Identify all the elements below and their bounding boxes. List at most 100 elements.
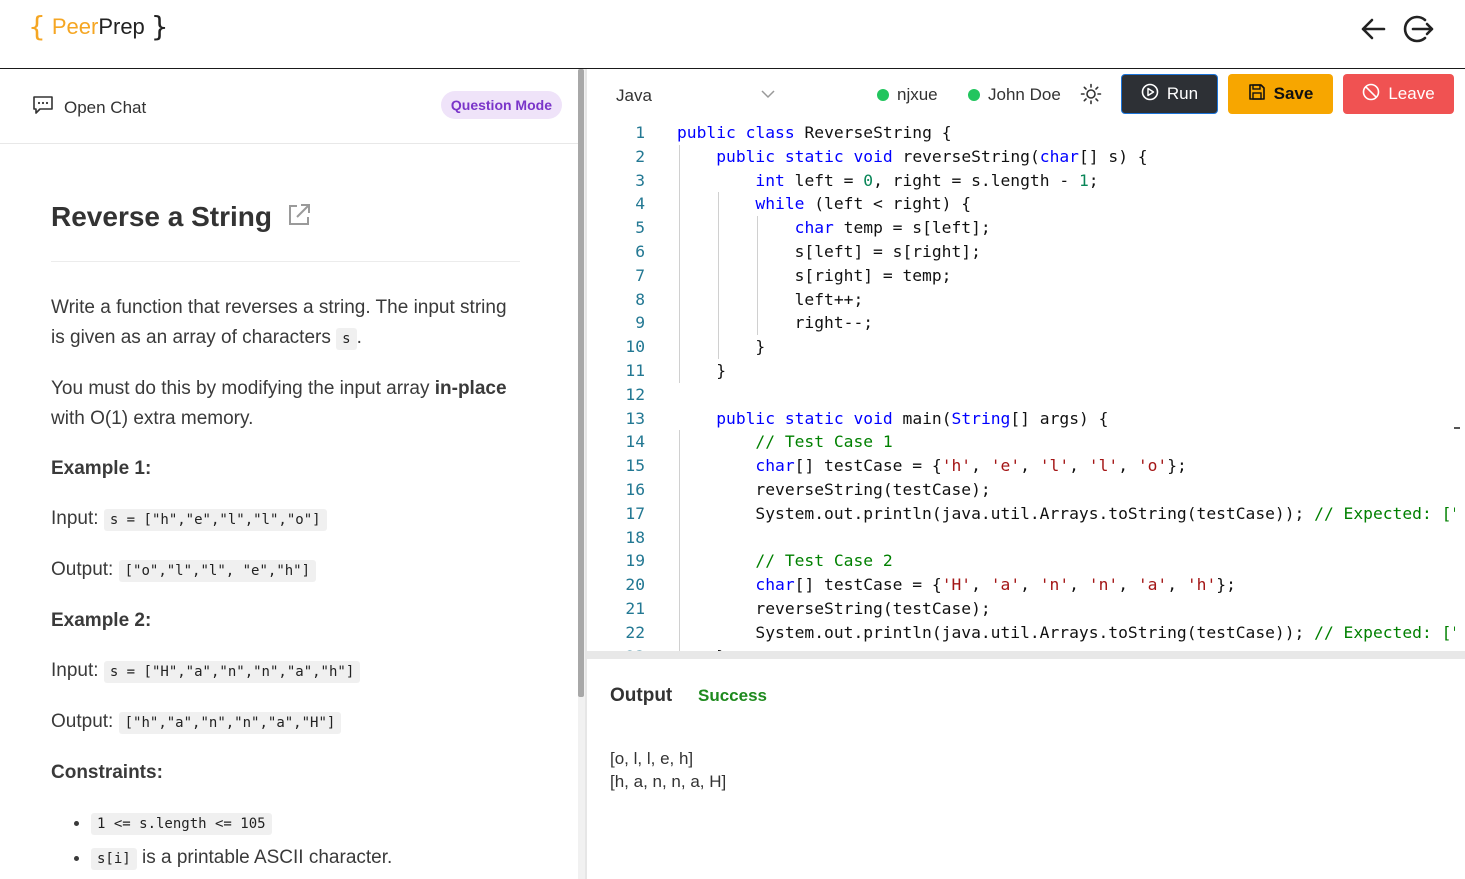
peerprep-logo[interactable]: { Peer Prep } [28, 10, 169, 43]
line-number: 16 [625, 480, 645, 499]
code-line[interactable]: 13 public static void main(String[] args… [587, 407, 1455, 431]
code-line[interactable]: 15 char[] testCase = {'h', 'e', 'l', 'l'… [587, 454, 1455, 478]
line-number: 15 [625, 456, 645, 476]
description-paragraph-1: Write a function that reverses a string.… [51, 297, 507, 350]
save-icon [1248, 83, 1266, 106]
language-select[interactable]: Java [616, 86, 652, 106]
code-editor[interactable]: 1 public class ReverseString { 2 public st… [587, 121, 1455, 651]
code-line[interactable]: 18 [587, 526, 1455, 550]
code-text: right--; [677, 313, 874, 333]
code-line[interactable]: 10 } [587, 335, 1455, 359]
editor-panel: Java njxue John Doe Run Save Leave 1 publ… [587, 69, 1465, 879]
logo-close-brace: } [150, 10, 169, 43]
constraints-list: 1 <= s.length <= 105 s[i] is a printable… [71, 808, 521, 874]
line-number: 12 [625, 384, 645, 404]
code-line[interactable]: 5 char temp = s[left]; [587, 216, 1455, 240]
code-text: System.out.println(java.util.Arrays.toSt… [677, 622, 1455, 642]
line-number: 2 [635, 146, 645, 166]
code-text: while (left < right) { [755, 194, 972, 214]
description-paragraph-2: You must do this by modifying the input … [51, 378, 507, 429]
code-line[interactable]: 3 int left = 0, right = s.length - 1; [587, 169, 1455, 193]
output-status: Success [698, 686, 767, 705]
line-number: 20 [625, 575, 645, 595]
line-number: 13 [625, 408, 645, 428]
header-actions [1359, 12, 1435, 46]
question-panel: Open Chat Question Mode Reverse a String… [0, 69, 578, 879]
code-text: System.out.println(java.util.Arrays.toSt… [677, 503, 1455, 523]
output-panel: Output Success [o, l, l, e, h] [h, a, n,… [587, 659, 1465, 879]
code-line[interactable]: 1 public class ReverseString { [587, 121, 1455, 145]
chat-bar: Open Chat Question Mode [0, 69, 578, 144]
editor-scroll-marker [1454, 427, 1460, 429]
top-navbar: { Peer Prep } [0, 0, 1465, 69]
logout-icon[interactable] [1401, 12, 1435, 46]
code-line[interactable]: 17 System.out.println(java.util.Arrays.t… [587, 502, 1455, 526]
code-text: // Test Case 2 [755, 551, 893, 571]
external-link-icon[interactable] [286, 202, 312, 233]
code-line[interactable]: 11 } [587, 359, 1455, 383]
line-number: 22 [625, 622, 645, 642]
code-line[interactable]: 16 reverseString(testCase); [587, 478, 1455, 502]
indent-guide [679, 144, 680, 383]
code-line[interactable]: 6 s[left] = s[right]; [587, 240, 1455, 264]
run-button[interactable]: Run [1121, 74, 1218, 114]
online-user-john-doe: John Doe [968, 85, 1061, 105]
chevron-down-icon[interactable] [760, 87, 776, 106]
editor-toolbar: Java njxue John Doe Run Save Leave [587, 69, 1465, 121]
code-line[interactable]: 21 reverseString(testCase); [587, 597, 1455, 621]
indent-guide [757, 216, 759, 336]
code-text: reverseString(testCase); [677, 599, 991, 618]
code-text: reverseString(testCase); [677, 480, 991, 499]
ban-icon [1362, 83, 1380, 106]
online-user-njxue: njxue [877, 85, 938, 105]
line-number: 9 [635, 313, 645, 333]
title-divider [51, 261, 520, 262]
line-number: 1 [635, 123, 645, 142]
code-text: char temp = s[left]; [794, 218, 991, 238]
question-mode-badge[interactable]: Question Mode [440, 91, 562, 119]
constraint-item: 1 <= s.length <= 105 [91, 808, 521, 839]
code-text: // Test Case 1 [755, 432, 893, 452]
line-number: 19 [625, 551, 645, 571]
code-text: } [677, 361, 727, 380]
code-line[interactable]: 12 [587, 383, 1455, 407]
sun-icon[interactable] [1080, 83, 1102, 110]
online-status-dot [968, 89, 980, 101]
play-icon [1141, 83, 1159, 106]
line-number: 4 [635, 194, 645, 214]
code-line[interactable]: 20 char[] testCase = {'H', 'a', 'n', 'n'… [587, 573, 1455, 597]
save-button[interactable]: Save [1228, 74, 1333, 114]
example-2-output: Output: ["h","a","n","n","a","H"] [51, 707, 521, 738]
chat-icon [32, 95, 54, 120]
leave-button[interactable]: Leave [1343, 74, 1454, 114]
line-number: 14 [625, 432, 645, 452]
output-title: Output [610, 685, 673, 706]
scrollbar-thumb[interactable] [578, 69, 584, 697]
open-chat-label: Open Chat [64, 97, 147, 117]
arrow-left-icon[interactable] [1359, 15, 1387, 43]
code-line[interactable]: 19 // Test Case 2 [587, 549, 1455, 573]
open-chat-button[interactable]: Open Chat [32, 95, 146, 120]
line-number: 17 [625, 503, 645, 523]
code-line[interactable]: 4 while (left < right) { [587, 192, 1455, 216]
line-number: 18 [625, 527, 645, 547]
line-number: 5 [635, 218, 645, 238]
user-name: John Doe [988, 85, 1061, 104]
code-text: s[left] = s[right]; [677, 242, 981, 261]
code-line[interactable]: 2 public static void reverseString(char[… [587, 145, 1455, 169]
code-line[interactable]: 22 System.out.println(java.util.Arrays.t… [587, 621, 1455, 645]
code-line[interactable]: 7 s[right] = temp; [587, 264, 1455, 288]
editor-output-divider[interactable] [587, 651, 1465, 659]
logo-open-brace: { [28, 10, 46, 43]
code-line[interactable]: 8 left++; [587, 288, 1455, 312]
example-1-input: Input: s = ["h","e","l","l","o"] [51, 504, 521, 535]
code-text: public class ReverseString { [677, 123, 952, 142]
code-text: char[] testCase = {'H', 'a', 'n', 'n', '… [755, 575, 1236, 595]
code-line[interactable]: 9 right--; [587, 311, 1455, 335]
constraint-item: s[i] is a printable ASCII character. [91, 843, 521, 874]
example-2-input: Input: s = ["H","a","n","n","a","h"] [51, 656, 521, 687]
code-text: } [677, 337, 766, 357]
code-text: int left = 0, right = s.length - 1; [755, 170, 1099, 190]
code-line[interactable]: 14 // Test Case 1 [587, 430, 1455, 454]
constraints-title: Constraints: [51, 762, 163, 783]
